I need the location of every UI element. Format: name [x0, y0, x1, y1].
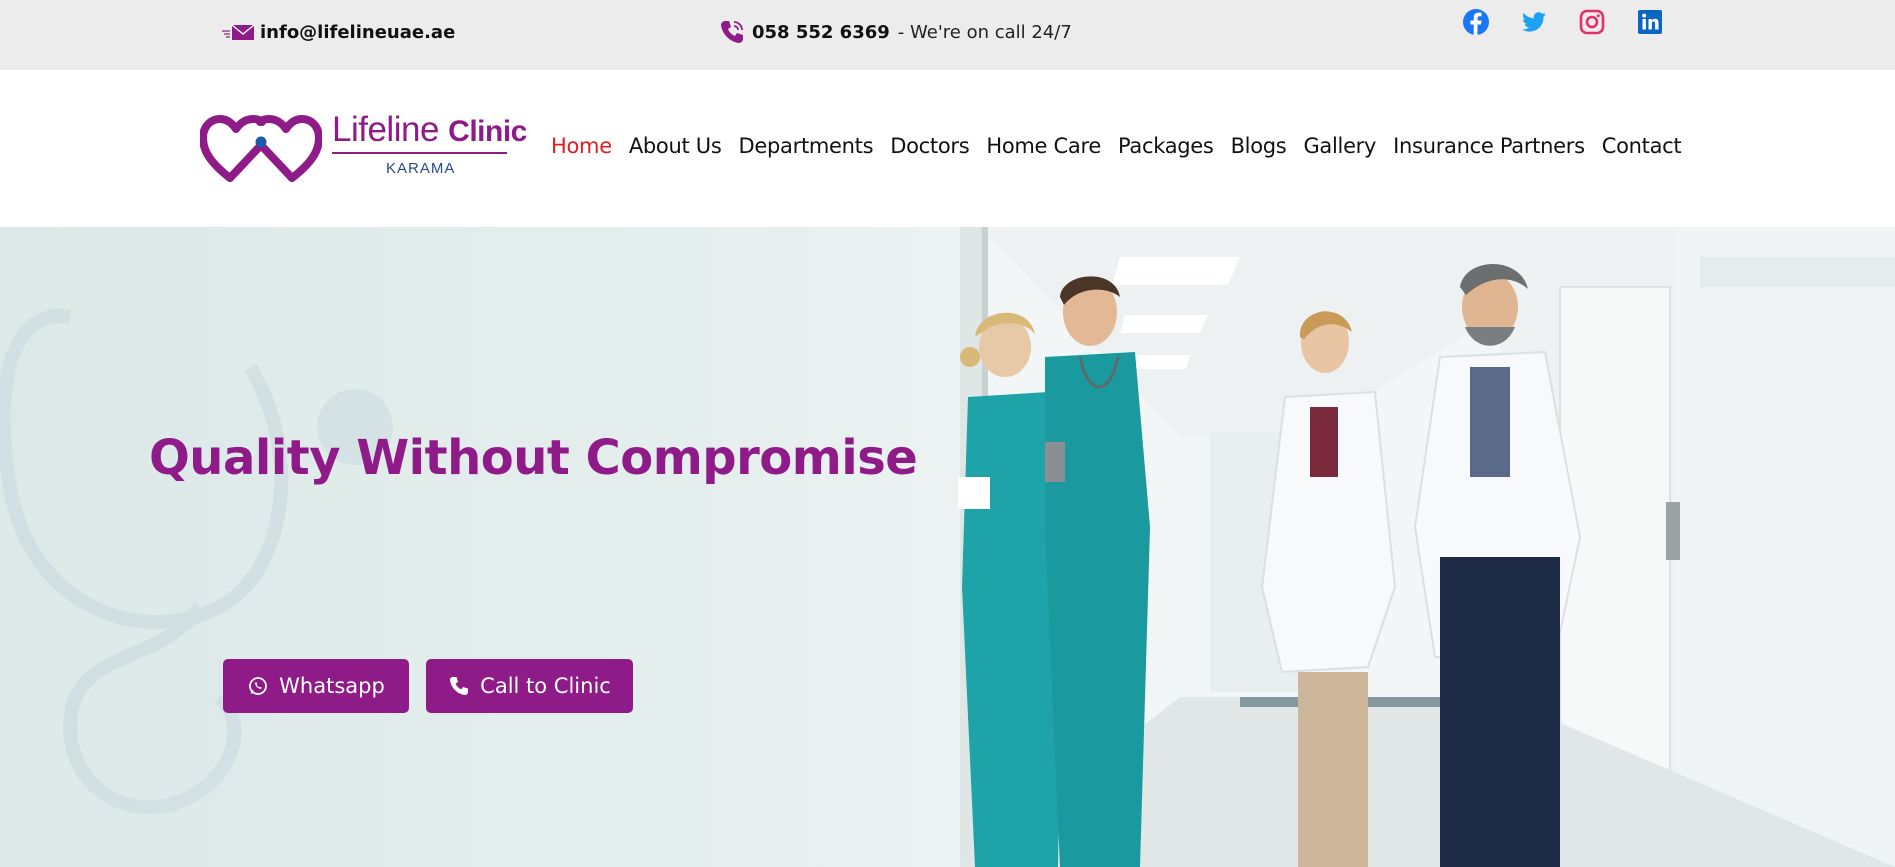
- call-clinic-button[interactable]: Call to Clinic: [426, 659, 633, 713]
- site-header: Lifeline Clinic KARAMA Home About Us Dep…: [0, 70, 1895, 227]
- nav-departments[interactable]: Departments: [739, 134, 874, 158]
- whatsapp-icon: [249, 677, 268, 695]
- clinic-logo[interactable]: Lifeline Clinic KARAMA: [200, 110, 527, 190]
- hero-image: [0, 227, 1895, 867]
- logo-location: KARAMA: [386, 160, 456, 177]
- logo-name-bold: Clinic: [448, 115, 527, 148]
- social-links: [1462, 8, 1664, 36]
- linkedin-icon[interactable]: [1636, 8, 1664, 36]
- nav-insurance-partners[interactable]: Insurance Partners: [1393, 134, 1585, 158]
- phone-contact[interactable]: 058 552 6369 - We're on call 24/7: [718, 18, 1072, 46]
- nav-doctors[interactable]: Doctors: [890, 134, 969, 158]
- phone-availability-note: - We're on call 24/7: [897, 21, 1072, 43]
- facebook-icon[interactable]: [1462, 8, 1490, 36]
- top-bar: info@lifelineuae.ae 058 552 6369 - We're…: [0, 0, 1895, 70]
- hearts-logo-icon: [200, 115, 322, 182]
- instagram-icon[interactable]: [1578, 8, 1606, 36]
- email-contact[interactable]: info@lifelineuae.ae: [222, 22, 455, 43]
- phone-icon: [721, 21, 743, 43]
- logo-name-light: Lifeline: [332, 110, 439, 149]
- whatsapp-button-label: Whatsapp: [279, 674, 385, 698]
- nav-about-us[interactable]: About Us: [629, 134, 722, 158]
- nav-gallery[interactable]: Gallery: [1303, 134, 1376, 158]
- logo-wordmark: Lifeline Clinic: [332, 110, 527, 150]
- hero-banner: Quality Without Compromise Whatsapp Call…: [0, 227, 1895, 867]
- email-text: info@lifelineuae.ae: [260, 22, 456, 43]
- nav-home-care[interactable]: Home Care: [986, 134, 1101, 158]
- nav-home[interactable]: Home: [551, 134, 612, 158]
- call-clinic-button-label: Call to Clinic: [480, 674, 611, 698]
- twitter-icon[interactable]: [1520, 8, 1548, 36]
- nav-packages[interactable]: Packages: [1118, 134, 1214, 158]
- nav-contact[interactable]: Contact: [1602, 134, 1682, 158]
- phone-number: 058 552 6369: [752, 21, 890, 43]
- main-nav: Home About Us Departments Doctors Home C…: [551, 134, 1682, 158]
- nav-blogs[interactable]: Blogs: [1231, 134, 1287, 158]
- envelope-icon: [222, 23, 255, 40]
- logo-divider: [332, 152, 507, 154]
- phone-icon: [450, 677, 469, 695]
- nurse-figure-2: [1045, 276, 1150, 867]
- hero-title: Quality Without Compromise: [149, 430, 918, 486]
- whatsapp-button[interactable]: Whatsapp: [223, 659, 409, 713]
